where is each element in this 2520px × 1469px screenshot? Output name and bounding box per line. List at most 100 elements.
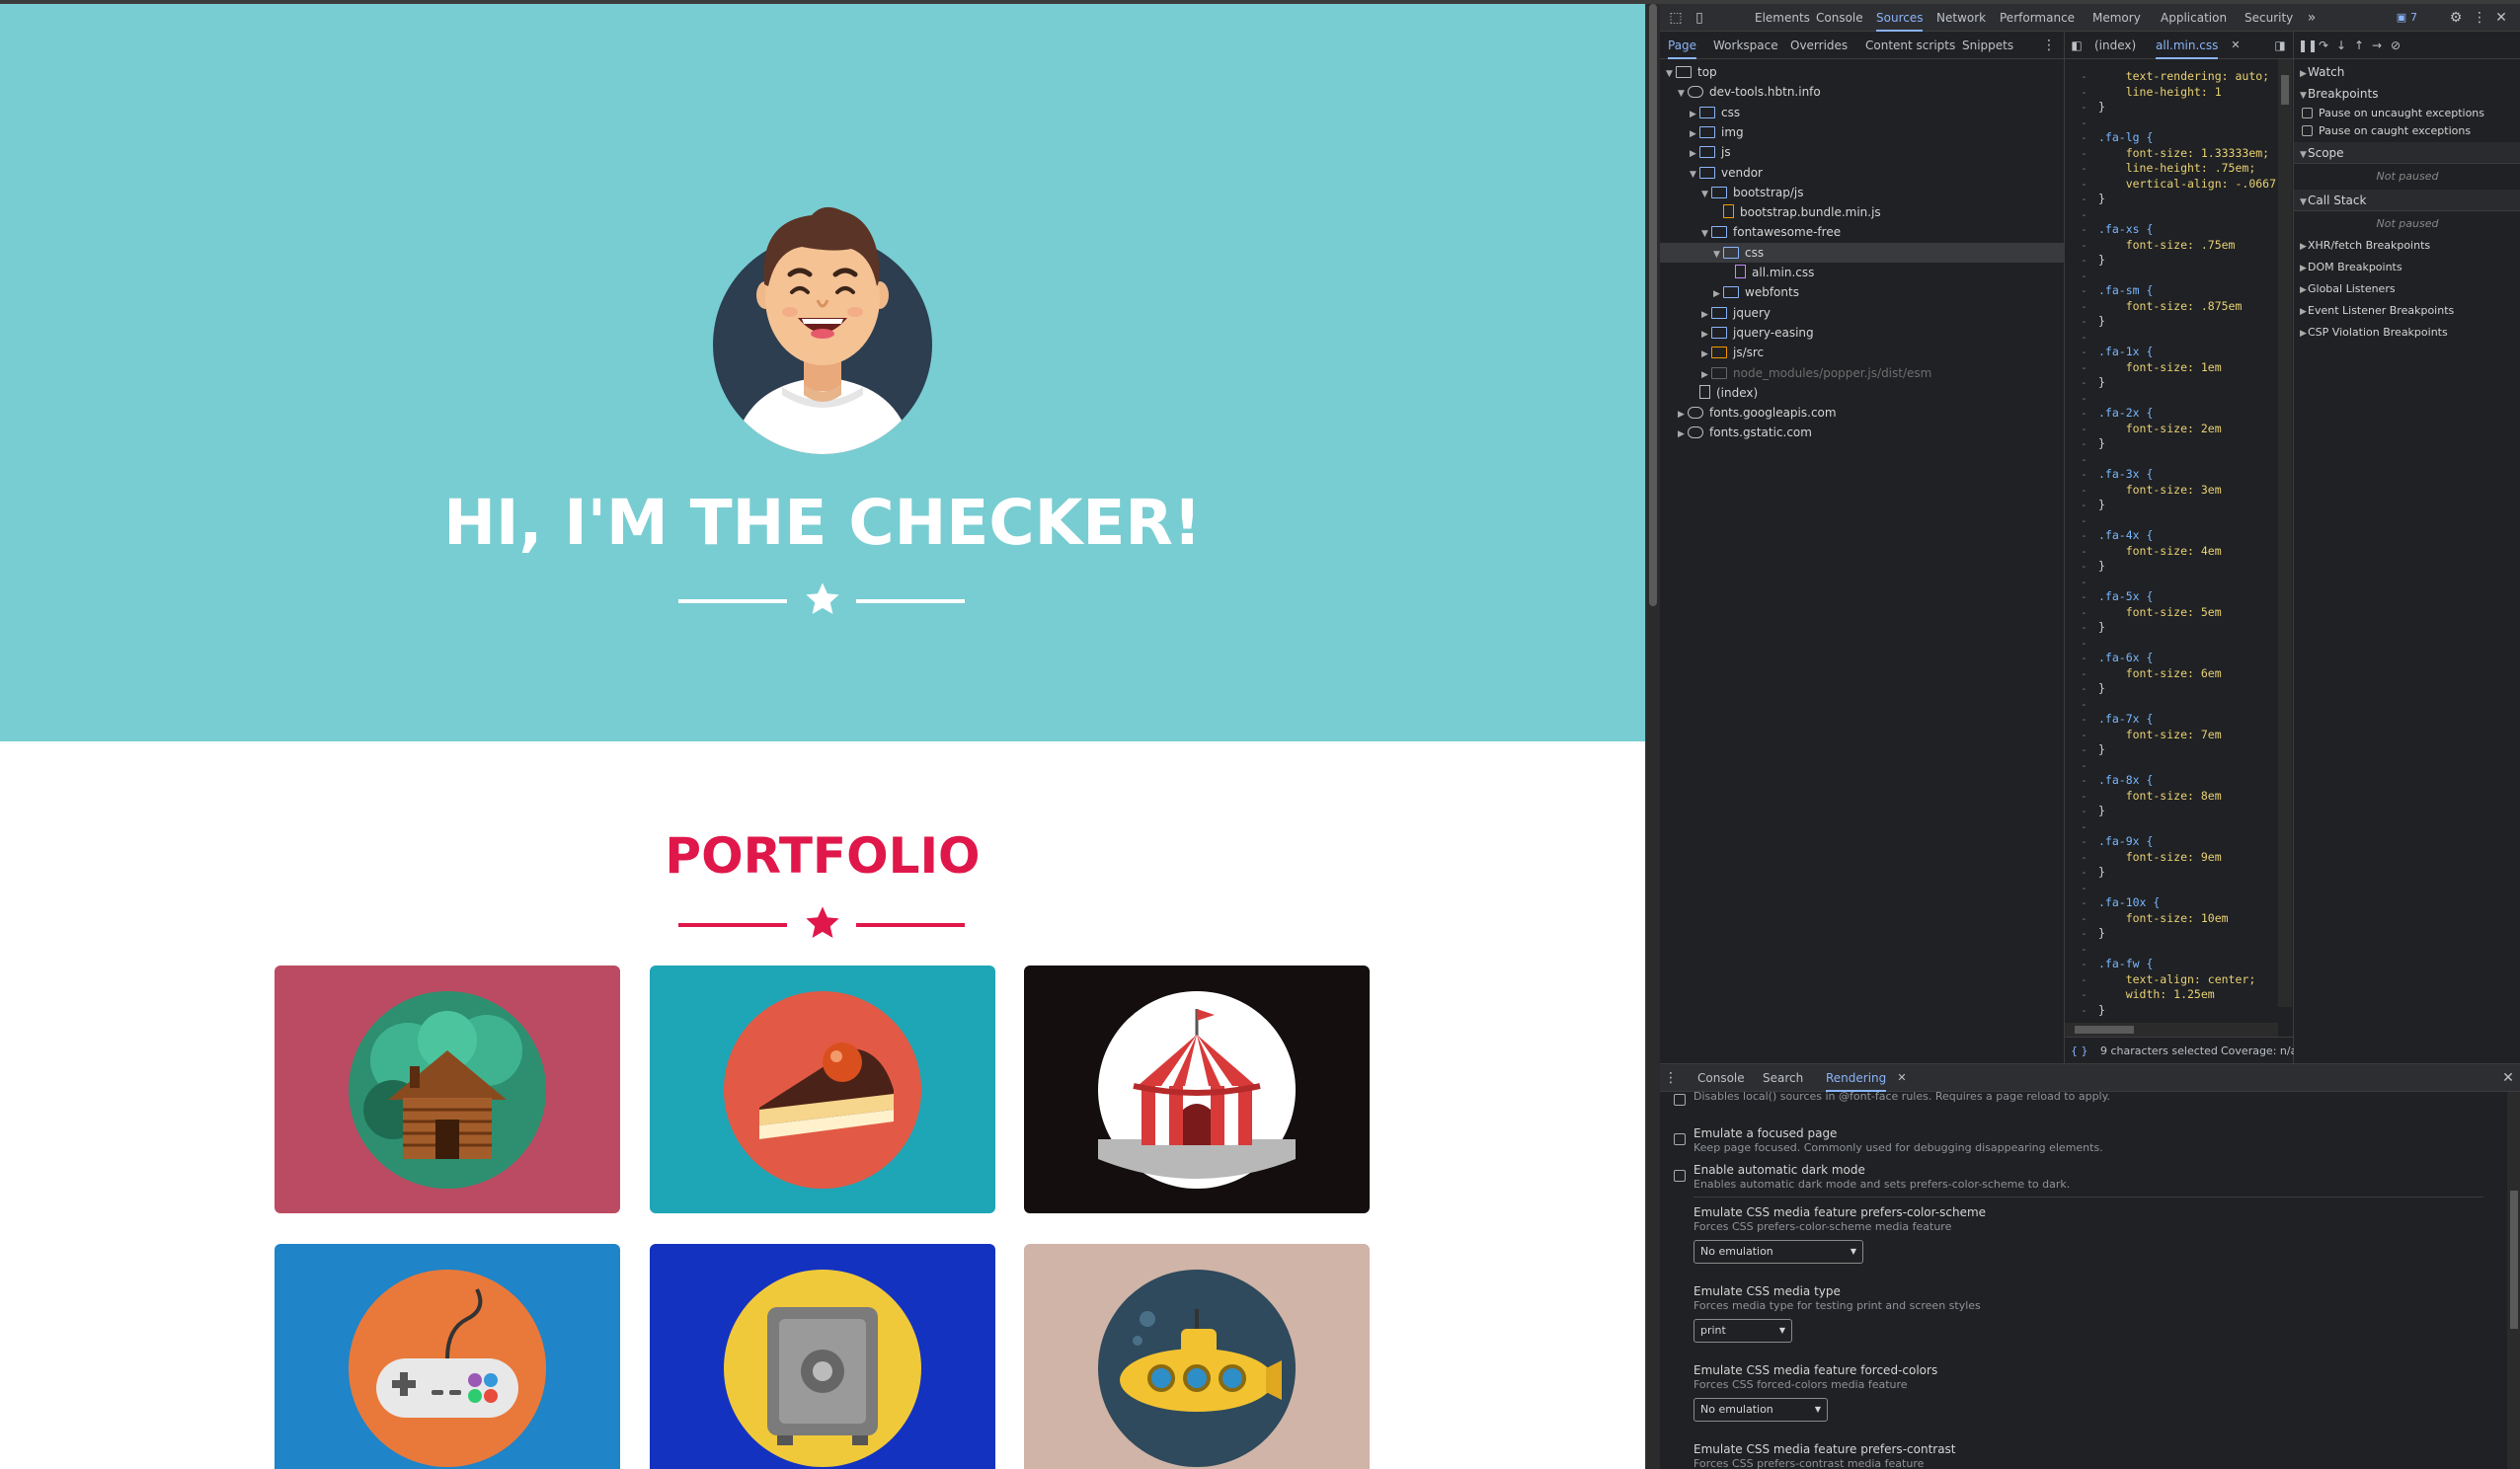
code-line[interactable]: .fa-fw {	[2098, 957, 2153, 972]
issues-icon[interactable]: ▣	[2393, 4, 2410, 32]
tree-item-bootstrap-bundle-min-js[interactable]: bootstrap.bundle.min.js	[1660, 202, 2065, 222]
collapsed-arrow-icon[interactable]: ▶	[1701, 305, 1711, 325]
code-line[interactable]: .fa-xs {	[2098, 222, 2153, 238]
code-line[interactable]: .fa-4x {	[2098, 528, 2153, 544]
event-listener-breakpoints-section[interactable]: ▶Event Listener Breakpoints	[2294, 300, 2520, 322]
collapsed-arrow-icon[interactable]: ▶	[1701, 345, 1711, 364]
tab-performance[interactable]: Performance	[2000, 4, 2075, 32]
code-line[interactable]: vertical-align: -.0667	[2098, 177, 2276, 193]
drawer-menu-icon[interactable]: ⋮	[1664, 1064, 1678, 1092]
forced-colors-select[interactable]: No emulation ▼	[1693, 1398, 1828, 1422]
inspect-element-icon[interactable]: ⬚	[1666, 4, 1686, 32]
code-line[interactable]: }	[2098, 253, 2105, 269]
close-drawer-icon[interactable]: ✕	[2499, 1064, 2517, 1092]
pause-uncaught-checkbox[interactable]	[2302, 108, 2313, 118]
focused-page-checkbox[interactable]	[1674, 1133, 1686, 1145]
code-line[interactable]: }	[2098, 681, 2105, 697]
xhr-breakpoints-section[interactable]: ▶XHR/fetch Breakpoints	[2294, 235, 2520, 257]
code-line[interactable]: font-size: 2em	[2098, 422, 2222, 437]
tree-item-jquery-easing[interactable]: ▶ jquery-easing	[1660, 323, 2065, 343]
tree-item-index[interactable]: (index)	[1660, 383, 2065, 403]
code-line[interactable]: }	[2098, 192, 2105, 207]
watch-section[interactable]: ▶Watch	[2294, 61, 2520, 83]
tree-item-js-src[interactable]: ▶ js/src	[1660, 343, 2065, 362]
pause-caught-checkbox[interactable]	[2302, 125, 2313, 136]
navigator-more-icon[interactable]: ⋮	[2041, 32, 2057, 59]
expanded-arrow-icon[interactable]: ▼	[1690, 165, 1699, 185]
code-line[interactable]: .fa-7x {	[2098, 712, 2153, 728]
close-rendering-tab-icon[interactable]: ✕	[1895, 1064, 1909, 1092]
device-toolbar-icon[interactable]: ▯	[1690, 4, 1709, 32]
csp-violation-breakpoints-section[interactable]: ▶CSP Violation Breakpoints	[2294, 322, 2520, 344]
portfolio-item-submarine[interactable]	[1024, 1244, 1370, 1469]
portfolio-item-safe[interactable]	[650, 1244, 995, 1469]
code-line[interactable]: font-size: 1.33333em;	[2098, 146, 2269, 162]
code-line[interactable]: }	[2098, 559, 2105, 575]
code-line[interactable]: .fa-1x {	[2098, 345, 2153, 360]
tab-sources[interactable]: Sources	[1876, 4, 1924, 32]
tree-item-js[interactable]: ▶ js	[1660, 142, 2065, 162]
portfolio-item-cabin[interactable]	[275, 966, 620, 1213]
code-line[interactable]: .fa-2x {	[2098, 406, 2153, 422]
code-line[interactable]: font-size: 3em	[2098, 483, 2222, 499]
nav-tab-content-scripts[interactable]: Content scripts	[1865, 32, 1955, 59]
code-line[interactable]: width: 1.25em	[2098, 987, 2215, 1003]
editor-hscroll-thumb[interactable]	[2075, 1026, 2134, 1034]
collapsed-arrow-icon[interactable]: ▶	[1678, 425, 1688, 444]
code-line[interactable]: }	[2098, 1003, 2105, 1019]
tree-item-jquery[interactable]: ▶ jquery	[1660, 303, 2065, 323]
expanded-arrow-icon[interactable]: ▼	[1701, 224, 1711, 244]
drawer-scrollbar[interactable]	[2507, 1092, 2520, 1469]
tree-item-all-min-css[interactable]: all.min.css	[1660, 263, 2065, 282]
code-line[interactable]: line-height: .75em;	[2098, 161, 2256, 177]
code-line[interactable]: }	[2098, 436, 2105, 452]
code-line[interactable]: .fa-10x {	[2098, 895, 2160, 911]
collapsed-arrow-icon[interactable]: ▶	[1690, 124, 1699, 144]
toggle-debugger-icon[interactable]: ◨	[2272, 32, 2288, 59]
tree-item-webfonts[interactable]: ▶ webfonts	[1660, 282, 2065, 302]
call-stack-section[interactable]: ▼Call Stack	[2294, 190, 2520, 211]
code-line[interactable]: .fa-5x {	[2098, 589, 2153, 605]
step-into-icon[interactable]: ↓	[2333, 32, 2349, 59]
settings-gear-icon[interactable]: ⚙	[2446, 4, 2466, 32]
step-icon[interactable]: →	[2369, 32, 2385, 59]
code-line[interactable]: font-size: 5em	[2098, 605, 2222, 621]
collapsed-arrow-icon[interactable]: ▶	[1713, 284, 1723, 304]
media-type-select[interactable]: print ▼	[1693, 1319, 1792, 1343]
code-content[interactable]: text-rendering: auto; line-height: 1} .fa…	[2098, 59, 2276, 1032]
issues-count[interactable]: 7	[2410, 4, 2417, 32]
editor-vertical-scrollbar[interactable]	[2278, 59, 2292, 1007]
tree-item-css[interactable]: ▶ css	[1660, 103, 2065, 122]
code-line[interactable]: font-size: .875em	[2098, 299, 2243, 315]
tree-item-vendor[interactable]: ▼ vendor	[1660, 163, 2065, 183]
expanded-arrow-icon[interactable]: ▼	[1678, 84, 1688, 104]
code-line[interactable]: font-size: 7em	[2098, 728, 2222, 743]
collapsed-arrow-icon[interactable]: ▶	[1678, 405, 1688, 425]
close-tab-icon[interactable]: ✕	[2229, 32, 2243, 59]
expanded-arrow-icon[interactable]: ▼	[1713, 245, 1723, 265]
tab-elements[interactable]: Elements	[1755, 4, 1810, 32]
web-page-viewport[interactable]: HI, I'M THE CHECKER! PORTFOLIO	[0, 4, 1645, 1469]
page-scrollbar[interactable]	[1646, 4, 1660, 1469]
code-line[interactable]: .fa-sm {	[2098, 283, 2153, 299]
drawer-tab-search[interactable]: Search	[1763, 1064, 1803, 1092]
tab-application[interactable]: Application	[2161, 4, 2227, 32]
code-line[interactable]: font-size: 4em	[2098, 544, 2222, 560]
code-line[interactable]: }	[2098, 742, 2105, 758]
code-line[interactable]: .fa-3x {	[2098, 467, 2153, 483]
deactivate-breakpoints-icon[interactable]: ⊘	[2387, 32, 2404, 59]
expanded-arrow-icon[interactable]: ▼	[1701, 185, 1711, 204]
toggle-navigator-icon[interactable]: ◧	[2069, 32, 2085, 59]
global-listeners-section[interactable]: ▶Global Listeners	[2294, 278, 2520, 300]
tree-item-fontawesome-free[interactable]: ▼ fontawesome-free	[1660, 222, 2065, 242]
kebab-menu-icon[interactable]: ⋮	[2472, 4, 2487, 32]
nav-tab-page[interactable]: Page	[1668, 32, 1697, 59]
code-line[interactable]: }	[2098, 620, 2105, 636]
collapsed-arrow-icon[interactable]: ▶	[1701, 325, 1711, 345]
local-fonts-checkbox[interactable]	[1674, 1094, 1686, 1106]
collapsed-arrow-icon[interactable]: ▶	[1690, 105, 1699, 124]
dark-mode-checkbox[interactable]	[1674, 1170, 1686, 1182]
code-line[interactable]: .fa-8x {	[2098, 773, 2153, 789]
tree-item-fonts-gstatic-com[interactable]: ▶ fonts.gstatic.com	[1660, 423, 2065, 442]
drawer-tab-console[interactable]: Console	[1697, 1064, 1745, 1092]
